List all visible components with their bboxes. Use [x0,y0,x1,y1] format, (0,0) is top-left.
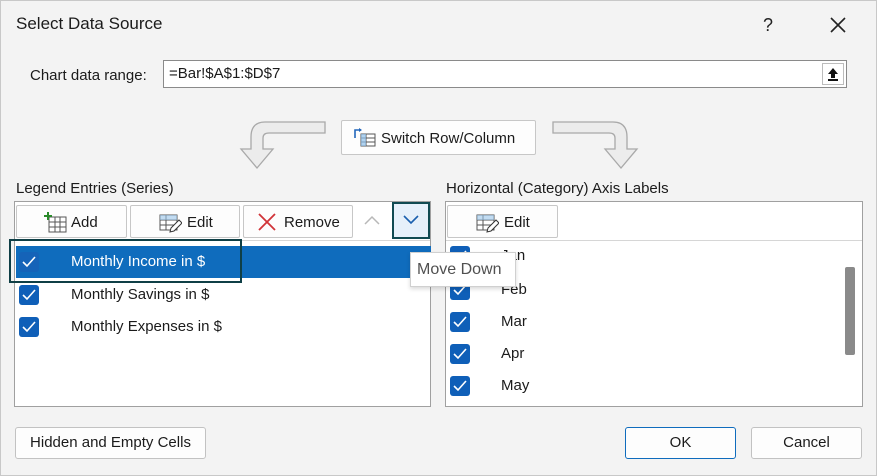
category-checkbox[interactable] [450,376,470,396]
ok-button[interactable]: OK [625,427,736,459]
series-label: Monthly Expenses in $ [71,318,222,335]
category-label: May [501,377,530,394]
cancel-button[interactable]: Cancel [751,427,862,459]
category-axis-labels-label: Horizontal (Category) Axis Labels [446,180,669,197]
edit-category-button[interactable]: Edit [447,205,558,238]
close-button[interactable] [823,11,853,39]
category-label: Apr [501,345,525,362]
legend-entries-label: Legend Entries (Series) [16,180,174,197]
toolbar-divider [446,240,862,241]
edit-series-label: Edit [187,214,213,231]
checkmark-icon [22,289,36,301]
move-up-button[interactable] [355,204,389,237]
checkmark-icon [453,380,467,392]
collapse-dialog-icon [828,68,838,81]
move-down-tooltip: Move Down [410,252,516,287]
category-list-item[interactable]: Apr [447,338,837,370]
series-list-item[interactable]: Monthly Expenses in $ [16,311,431,343]
category-label: Mar [501,313,527,330]
collapse-dialog-button[interactable] [822,63,844,85]
category-checkbox[interactable] [450,344,470,364]
add-series-button[interactable]: Add [16,205,127,238]
add-series-label: Add [71,214,98,231]
switch-row-column-icon [354,128,376,147]
left-curved-arrow-icon [239,121,326,170]
select-data-source-dialog: Select Data Source ? Chart data range: =… [0,0,877,476]
checkmark-icon [453,316,467,328]
switch-row-column-label: Switch Row/Column [381,130,516,147]
selected-item-focus-ring [9,239,242,283]
hidden-and-empty-cells-button[interactable]: Hidden and Empty Cells [15,427,206,459]
edit-series-button[interactable]: Edit [130,205,240,238]
tooltip-text: Move Down [417,261,502,278]
remove-series-label: Remove [284,214,340,231]
edit-table-icon [476,214,499,233]
title-bar: Select Data Source ? [1,1,876,49]
chevron-up-icon [364,215,380,225]
remove-x-icon [258,213,276,231]
edit-category-label: Edit [504,214,530,231]
edit-table-icon [159,214,182,233]
close-icon [830,17,846,33]
dialog-title: Select Data Source [16,14,163,33]
category-axis-panel: Edit Jan Feb Mar Apr [445,201,863,407]
chart-data-range-input[interactable] [169,65,809,82]
category-list-item[interactable]: Mar [447,306,837,338]
category-checkbox[interactable] [450,312,470,332]
series-checkbox[interactable] [19,317,39,337]
chevron-down-icon [403,215,419,225]
series-list-item[interactable]: Monthly Savings in $ [16,279,431,311]
series-checkbox[interactable] [19,285,39,305]
category-scrollbar-thumb[interactable] [845,267,855,355]
category-list-item[interactable]: May [447,370,837,402]
right-curved-arrow-icon [552,121,639,170]
add-table-icon [44,212,67,233]
chart-data-range-label: Chart data range: [30,67,147,84]
move-down-button[interactable] [392,202,430,239]
checkmark-icon [22,321,36,333]
remove-series-button[interactable]: Remove [243,205,353,238]
checkmark-icon [453,348,467,360]
chart-data-range-field[interactable] [163,60,847,88]
help-button[interactable]: ? [753,11,783,39]
series-label: Monthly Savings in $ [71,286,210,303]
switch-row-column-button[interactable]: Switch Row/Column [341,120,536,155]
